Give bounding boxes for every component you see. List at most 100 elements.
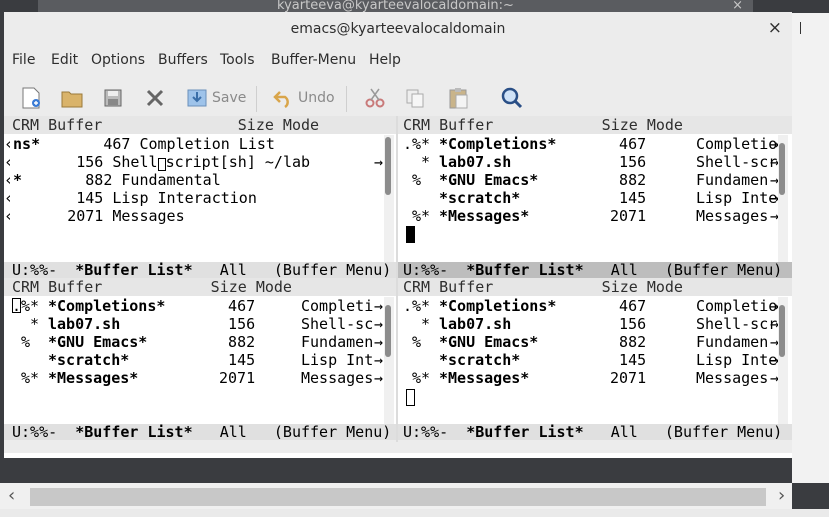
horizontal-scrollbar[interactable]: ‹ › [0, 483, 792, 509]
buffer-size: 882 [228, 333, 256, 351]
pane-bottom-right[interactable]: CRM Buffer Size Mode .%* *Completions* 467… [398, 278, 792, 426]
truncation-mark: ‹ [4, 153, 14, 171]
buffer-row[interactable]: * lab07.sh 156 Shell-scr [398, 315, 777, 333]
kill-buffer-button[interactable] [144, 84, 166, 112]
window-titlebar[interactable]: emacs@kyarteevalocaldomain × [4, 12, 792, 47]
scroll-left-icon[interactable]: ‹ [8, 485, 15, 506]
buffer-row[interactable]: * lab07.sh 156 Shell-sc [4, 315, 376, 333]
buffer-name: *GNU Emacs* [439, 171, 539, 189]
cut-button[interactable] [364, 84, 386, 112]
pane-top-right[interactable]: CRM Buffer Size Mode .%* *Completions* 467… [398, 116, 792, 264]
mode-line-status: U:%%- [12, 423, 76, 441]
buffer-name: lab07.sh [439, 315, 512, 333]
window-close-icon[interactable]: × [768, 19, 782, 37]
scissors-icon [365, 88, 385, 108]
buffer-row[interactable]: %* *Messages* 2071 Messages [398, 369, 770, 387]
truncation-arrow: → [374, 153, 384, 171]
buffer-row[interactable]: %* *Messages* 2071 Messages [4, 369, 376, 387]
menu-options[interactable]: Options [91, 52, 145, 68]
buffer-row[interactable]: *scratch* 145 Lisp Inte [398, 351, 777, 369]
buffer-crm-flags: % [403, 171, 431, 189]
buffer-name: *Completions* [439, 135, 557, 153]
truncation-mark: ‹ [4, 189, 14, 207]
buffer-crm-flags [403, 351, 430, 369]
buffer-mode: Messages [696, 369, 769, 387]
save-label: Save [212, 90, 247, 106]
mode-line-buffer-name: *Buffer List* [466, 261, 584, 279]
buffer-row[interactable]: ‹ 156 Shell script[sh] ~/lab [4, 153, 310, 171]
new-file-icon [22, 87, 40, 109]
buffer-row[interactable]: % *GNU Emacs* 882 Fundamen [398, 333, 770, 351]
buffer-row[interactable]: %* *Messages* 2071 Messages [398, 207, 770, 225]
buffer-row[interactable]: .%* *Completions* 467 Completi [4, 297, 376, 315]
buffer-name: *scratch* [439, 351, 521, 369]
buffer-row[interactable]: % *GNU Emacs* 882 Fundamen [398, 171, 770, 189]
buffer-mode: Completio [696, 135, 778, 153]
pane-bottom-left[interactable]: CRM Buffer Size Mode .%* *Completions* 467… [4, 278, 396, 426]
buffer-row[interactable]: ‹ 145 Lisp Interaction [4, 189, 257, 207]
mode-line[interactable]: U:%%- *Buffer List* All (Buffer Menu) [398, 262, 792, 278]
menu-buffer-menu[interactable]: Buffer-Menu [271, 52, 356, 68]
new-file-button[interactable] [20, 84, 42, 112]
menu-buffers[interactable]: Buffers [158, 52, 208, 68]
menu-help[interactable]: Help [369, 52, 401, 68]
buffer-name: *Completions* [439, 297, 557, 315]
vertical-scrollbar[interactable] [384, 135, 394, 264]
vertical-scrollbar[interactable] [384, 297, 394, 426]
mode-line-info: All (Buffer Menu) [192, 261, 392, 279]
search-button[interactable] [500, 84, 524, 112]
buffer-mode: Shell-sc [301, 315, 374, 333]
buffer-row[interactable]: *scratch* 145 Lisp Inte [398, 189, 777, 207]
buffer-row[interactable]: .%* *Completions* 467 Completio [398, 135, 777, 153]
window-divider[interactable] [396, 116, 398, 442]
buffer-row[interactable]: * lab07.sh 156 Shell-scr [398, 153, 777, 171]
buffer-row[interactable]: .%* *Completions* 467 Completio [398, 297, 777, 315]
pane-top-left[interactable]: CRM Buffer Size Mode ‹ns* 467 Completion… [4, 116, 396, 264]
mode-line[interactable]: U:%%- *Buffer List* All (Buffer Menu) [398, 424, 792, 440]
paste-button[interactable] [447, 84, 469, 112]
scrollbar-thumb[interactable] [385, 137, 391, 195]
minibuffer[interactable] [4, 453, 792, 458]
buffer-size: 882 [619, 333, 647, 351]
buffer-size-mode: 467 Completion List [40, 135, 275, 153]
truncation-mark: ‹ [4, 207, 14, 225]
menu-tools[interactable]: Tools [220, 52, 255, 68]
scrollbar-track[interactable] [30, 488, 766, 506]
menu-edit[interactable]: Edit [51, 52, 78, 68]
open-file-button[interactable] [60, 84, 84, 112]
scrollbar-thumb[interactable] [779, 305, 785, 357]
buffer-size: 467 [228, 297, 256, 315]
mode-line[interactable]: U:%%- *Buffer List* All (Buffer Menu) [4, 262, 396, 278]
buffer-crm-flags: %* [403, 207, 431, 225]
scrollbar-thumb[interactable] [779, 143, 785, 195]
buffer-size: 2071 [610, 207, 647, 225]
mode-line-status: U:%%- [403, 423, 467, 441]
buffer-row[interactable]: *scratch* 145 Lisp Int [4, 351, 376, 369]
mode-line-info: All (Buffer Menu) [583, 423, 783, 441]
buffer-crm-flags: %* [403, 369, 431, 387]
dired-button[interactable] [102, 84, 124, 112]
buffer-size: 156 [228, 315, 256, 333]
vertical-scrollbar[interactable] [778, 135, 788, 264]
scroll-right-icon[interactable]: › [778, 485, 785, 506]
buffer-name: lab07.sh [439, 153, 512, 171]
undo-icon [273, 91, 289, 108]
buffer-size: 145 [619, 189, 647, 207]
undo-button[interactable]: Undo [272, 84, 335, 112]
buffer-row[interactable]: ‹* 882 Fundamental [4, 171, 221, 189]
buffer-size: 145 [619, 351, 647, 369]
buffer-mode: Completio [696, 297, 778, 315]
save-button[interactable]: Save [186, 84, 246, 112]
pane-header: CRM Buffer Size Mode [398, 278, 792, 296]
buffer-row[interactable]: % *GNU Emacs* 882 Fundamen [4, 333, 376, 351]
buffer-row[interactable]: ‹ 2071 Messages [4, 207, 185, 225]
menu-file[interactable]: File [12, 52, 35, 68]
mode-line-info: All (Buffer Menu) [192, 423, 392, 441]
mode-line[interactable]: U:%%- *Buffer List* All (Buffer Menu) [4, 424, 396, 440]
scrollbar-thumb[interactable] [385, 305, 391, 357]
column-header: CRM Buffer Size Mode [403, 116, 683, 134]
vertical-scrollbar[interactable] [778, 297, 788, 426]
copy-button[interactable] [404, 84, 426, 112]
truncation-mark: ‹ [4, 171, 14, 189]
buffer-row[interactable]: ‹ns* 467 Completion List [4, 135, 275, 153]
